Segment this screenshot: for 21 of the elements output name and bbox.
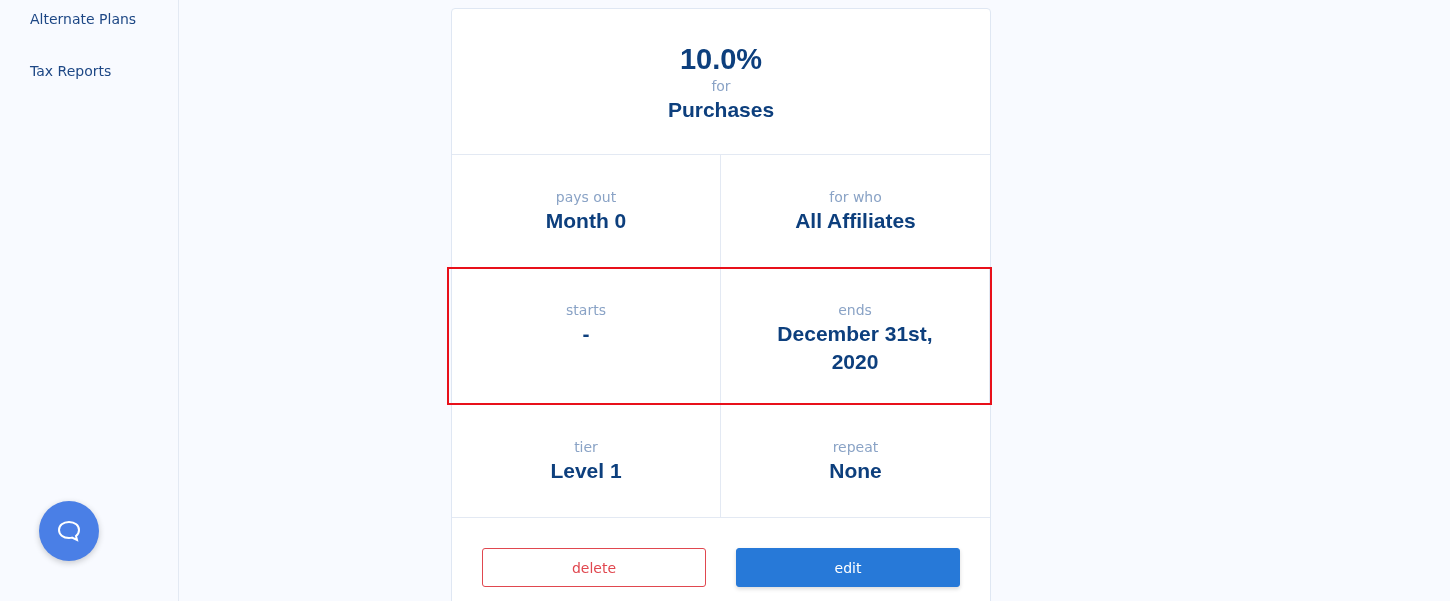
for-label: for (711, 76, 731, 96)
field-value: All Affiliates (795, 208, 916, 234)
field-value: None (829, 458, 882, 484)
field-label: pays out (555, 188, 617, 207)
target-value: Purchases (667, 96, 775, 123)
field-label: starts (566, 301, 606, 320)
field-value: Month 0 (545, 208, 627, 234)
field-label: repeat (832, 438, 879, 457)
sidebar-link[interactable]: Alternate Plans (30, 10, 178, 29)
field-label: ends (838, 301, 872, 320)
chat-button[interactable] (39, 501, 99, 561)
field-value: Level 1 (550, 458, 622, 484)
field-value: December 31st, 2020 (776, 321, 934, 375)
field-value: - (582, 321, 590, 347)
field-label: for who (829, 188, 882, 207)
delete-button[interactable]: delete (482, 548, 706, 587)
field-label: tier (574, 438, 598, 457)
edit-button[interactable]: edit (736, 548, 960, 587)
sidebar-link[interactable]: Tax Reports (30, 62, 178, 81)
rate-value: 10.0% (679, 41, 763, 76)
speech-bubble-icon (56, 519, 82, 543)
